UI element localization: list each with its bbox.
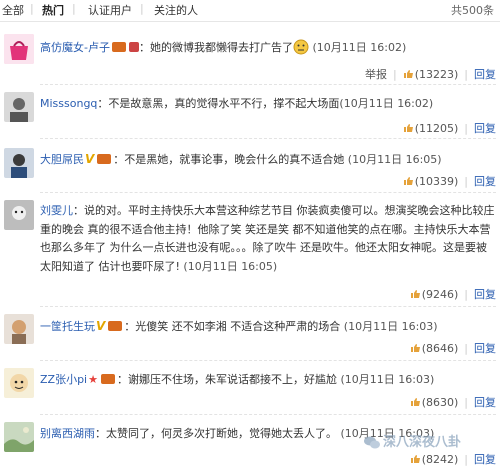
avatar[interactable] [4, 34, 34, 64]
verified-v-icon: V [85, 152, 95, 166]
avatar[interactable] [4, 422, 34, 452]
comment-actions: (10339) | 回复 [403, 173, 496, 188]
comment-text: ：光傻笑 还不如李湘 不适合这种严肃的场合 [124, 320, 341, 333]
tab-verified[interactable]: 认证用户 [88, 2, 132, 18]
comment-actions: (9246) | 回复 [410, 286, 496, 301]
comment-line: 大胆屌民V ：不是黑她，就事论事，晚会什么的真不适合她 (10月11日 16:05… [40, 150, 442, 169]
divider [40, 414, 496, 415]
avatar[interactable] [4, 314, 34, 344]
reply-link[interactable]: 回复 [474, 122, 496, 135]
divider [40, 360, 496, 361]
like-button[interactable]: (8630) [410, 396, 459, 409]
like-count: (11205) [414, 122, 459, 135]
avatar[interactable] [4, 200, 34, 230]
reply-link[interactable]: 回复 [474, 68, 496, 81]
comment-timestamp: (10月11日 16:02) [339, 97, 434, 110]
like-count: (8646) [421, 342, 459, 355]
like-button[interactable]: (9246) [410, 288, 459, 301]
avatar[interactable] [4, 368, 34, 398]
star-icon: ★ [88, 373, 98, 386]
thumbs-up-icon [410, 455, 420, 463]
watermark-text: 深八深夜八卦 [383, 435, 462, 450]
wechat-icon [364, 436, 380, 449]
reply-link[interactable]: 回复 [474, 396, 496, 409]
comment-username[interactable]: Misssongq [40, 97, 97, 110]
reply-link[interactable]: 回复 [474, 453, 496, 466]
comment-actions: (8630) | 回复 [410, 394, 496, 409]
like-button[interactable]: (11205) [403, 122, 459, 135]
comment-text: ：不是故意黑，真的觉得水平不行，撑不起大场面 [97, 97, 340, 110]
comment-actions: 举报 | (13223) | 回复 [364, 68, 496, 81]
report-link[interactable]: 举报 [365, 68, 387, 81]
comment-line: 高仿魔女-卢子 ：她的微博我都懒得去打广告了 (10月11日 16:02) [40, 39, 406, 57]
avatar[interactable] [4, 148, 34, 178]
tab-hot[interactable]: 热门 [42, 2, 64, 18]
thumbs-up-icon [410, 398, 420, 406]
reply-link[interactable]: 回复 [474, 288, 496, 301]
comment-timestamp: (10月11日 16:05) [183, 259, 278, 273]
tab-separator: | [30, 2, 34, 15]
comment-total-count: 共500条 [451, 4, 494, 17]
member-badge-icon [108, 321, 123, 331]
divider [40, 306, 496, 307]
comment-actions: (8646) | 回复 [410, 340, 496, 355]
like-count: (9246) [421, 288, 459, 301]
divider [40, 138, 496, 139]
thumbs-up-icon [403, 70, 413, 78]
comment-text: ：谢娜压不住场，朱军说话都接不上，好尴尬 [117, 373, 337, 386]
like-button[interactable]: (10339) [403, 175, 459, 188]
like-button[interactable]: (13223) [403, 68, 459, 81]
reply-link[interactable]: 回复 [474, 342, 496, 355]
watermark: 深八深夜八卦 [364, 431, 498, 453]
comment-username[interactable]: 高仿魔女-卢子 [40, 41, 110, 54]
tab-following[interactable]: 关注的人 [154, 2, 198, 18]
member-badge-icon [97, 154, 112, 164]
emoji-icon [293, 39, 309, 57]
like-count: (13223) [414, 68, 459, 81]
tab-all[interactable]: 全部 [2, 2, 24, 18]
member-badge-icon [111, 42, 126, 52]
avatar[interactable] [4, 92, 34, 122]
comment-username[interactable]: 一筐托生玩 [40, 320, 95, 333]
level-badge-icon [128, 42, 139, 52]
thumbs-up-icon [410, 290, 420, 298]
like-count: (8242) [421, 453, 459, 466]
comment-line: ZZ张小pi★ ：谢娜压不住场，朱军说话都接不上，好尴尬 (10月11日 16:0… [40, 371, 434, 389]
thumbs-up-icon [403, 177, 413, 185]
comment-actions: (11205) | 回复 [403, 120, 496, 135]
comment-text: ：太赞同了，何灵多次打断她，觉得她太丢人了。 [95, 427, 337, 440]
comment-username[interactable]: 别离西湖雨 [40, 427, 95, 440]
reply-link[interactable]: 回复 [474, 175, 496, 188]
comment-username[interactable]: 大胆屌民 [40, 153, 84, 166]
thumbs-up-icon [410, 344, 420, 352]
thumbs-up-icon [403, 124, 413, 132]
member-badge-icon [101, 374, 115, 384]
divider [40, 192, 496, 193]
like-count: (10339) [414, 175, 459, 188]
comment-line: 一筐托生玩V ：光傻笑 还不如李湘 不适合这种严肃的场合 (10月11日 16:0… [40, 317, 438, 336]
comment-timestamp: (10月11日 16:03) [340, 373, 435, 386]
like-count: (8630) [421, 396, 459, 409]
divider [40, 84, 496, 85]
like-button[interactable]: (8646) [410, 342, 459, 355]
comment-timestamp: (10月11日 16:05) [347, 153, 442, 166]
tab-separator: | [72, 2, 76, 15]
comment-timestamp: (10月11日 16:02) [312, 41, 407, 54]
tab-separator: | [140, 2, 144, 15]
comment-username[interactable]: ZZ张小pi [40, 373, 87, 386]
like-button[interactable]: (8242) [410, 453, 459, 466]
comment-timestamp: (10月11日 16:03) [343, 320, 438, 333]
comment-line: 刘雯儿：说的对。平时主持快乐大本营这种综艺节目 你装疯卖傻可以。想演奖晚会这种比… [40, 202, 496, 276]
verified-v-icon: V [96, 319, 106, 333]
comment-filter-tabs: 全部 | 热门 | 认证用户 | 关注的人 共500条 [0, 0, 500, 22]
comment-username[interactable]: 刘雯儿 [40, 204, 73, 217]
comment-line: Misssongq：不是故意黑，真的觉得水平不行，撑不起大场面(10月11日 1… [40, 95, 433, 113]
comment-text: ：她的微博我都懒得去打广告了 [138, 41, 293, 54]
comment-text: ：不是黑她，就事论事，晚会什么的真不适合她 [113, 153, 345, 166]
comment-actions: (8242) | 回复 [410, 451, 496, 466]
